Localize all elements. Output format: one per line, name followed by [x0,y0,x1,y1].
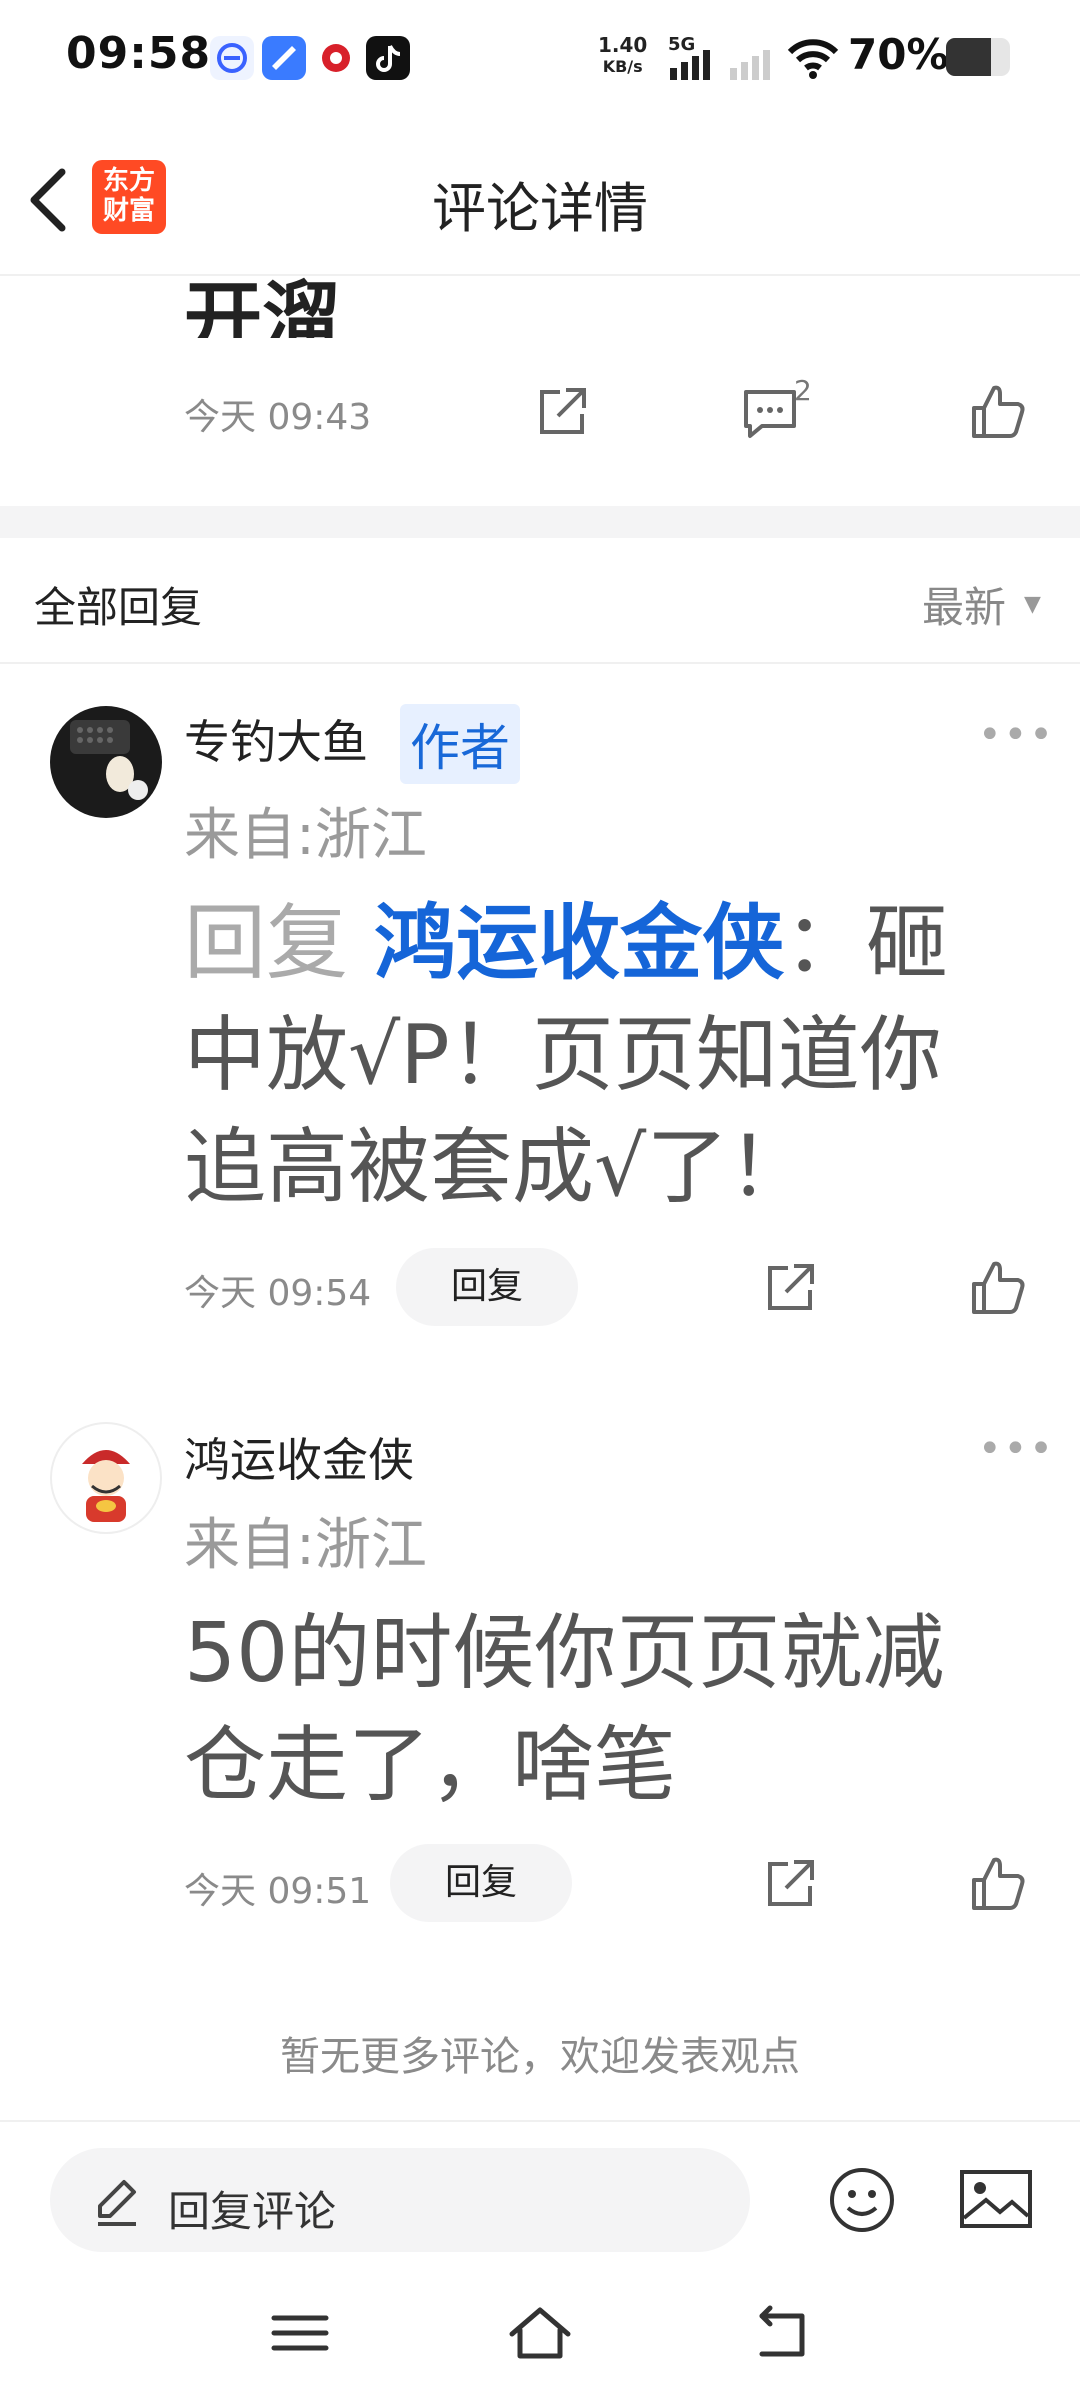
signal-icon [668,50,778,86]
comment-time: 今天 09:51 [184,1871,372,1912]
home-nav-button[interactable] [500,2298,580,2368]
sort-dropdown[interactable]: 最新 [922,574,1006,635]
reply-button[interactable]: 回复 [396,1248,578,1326]
comment-username[interactable]: 专钓大鱼 [184,706,368,772]
author-badge: 作者 [400,704,520,784]
comment-count-badge: 2 [794,374,812,407]
menu-nav-button[interactable] [260,2298,340,2368]
comment-text-line2: 仓走了，啥笔 [184,1718,677,1813]
pencil-icon [94,2176,140,2230]
page-title: 评论详情 [432,177,648,240]
like-button[interactable] [966,1852,1030,1916]
share-button[interactable] [530,380,594,444]
battery-icon [946,38,1010,76]
app-notification-icon-2 [262,36,306,80]
comment-button[interactable] [738,380,802,444]
replies-section-title: 全部回复 [34,583,203,632]
comment-text-line3: 追高被套成√了！ [184,1120,811,1215]
image-icon [960,2170,1032,2228]
app-notification-icon-1 [210,36,254,80]
section-divider [0,506,1080,538]
back-nav-button[interactable] [740,2298,820,2368]
no-more-comments-note: 暂无更多评论，欢迎发表观点 [280,2034,800,2080]
menu-icon [271,2315,329,2351]
comment-icon [744,390,796,438]
thumbs-up-icon [972,1857,1025,1910]
comment-time: 今天 09:54 [184,1273,372,1314]
more-options-icon[interactable]: ••• [978,1426,1055,1472]
reply-prefix: 回复 [184,896,375,991]
comment-location: 来自:浙江 [184,803,427,868]
more-options-icon[interactable]: ••• [978,712,1055,758]
caret-down-icon: ▼ [1024,592,1041,617]
back-icon [759,2305,805,2357]
comment-content: 回复 鸿运收金侠：砸 中放√P！页页知道你 追高被套成√了！ [184,888,1004,1224]
image-button[interactable] [958,2166,1034,2236]
reply-input[interactable] [50,2148,750,2252]
post-time: 今天 09:43 [184,397,372,438]
network-speed: 1.40 KB/s [598,33,648,76]
like-button[interactable] [966,1256,1030,1320]
reply-button[interactable]: 回复 [390,1844,572,1922]
emoji-icon [830,2168,894,2232]
comment-text-line1: 50的时候你页页就减 [184,1606,945,1701]
share-icon [768,1860,814,1906]
thumbs-up-icon [972,385,1025,438]
share-icon [540,388,586,434]
reply-input-label: 回复评论 [168,2187,337,2236]
like-button[interactable] [966,380,1030,444]
share-icon [768,1264,814,1310]
mention-link[interactable]: 鸿运收金侠 [374,896,784,991]
avatar[interactable] [50,706,162,818]
status-time: 09:58 [66,28,212,79]
comment-text-line2: 中放√P！页页知道你 [184,1008,942,1103]
wifi-icon [786,36,840,84]
battery-fill [946,38,991,76]
app-notification-icon-3 [314,36,358,80]
home-icon [509,2307,571,2359]
comment-content: 50的时候你页页就减 仓走了，啥笔 [184,1598,1004,1822]
avatar[interactable] [50,1422,162,1534]
tiktok-icon [366,36,410,80]
comment-username[interactable]: 鸿运收金侠 [184,1424,414,1490]
share-button[interactable] [758,1852,822,1916]
thumbs-up-icon [972,1261,1025,1314]
comment-location: 来自:浙江 [184,1513,427,1578]
comment-text-line1: ：砸 [784,896,949,991]
battery-percent: 70% [848,30,949,79]
share-button[interactable] [758,1256,822,1320]
post-text-tail: 开溜 [184,274,341,338]
emoji-button[interactable] [826,2164,898,2240]
